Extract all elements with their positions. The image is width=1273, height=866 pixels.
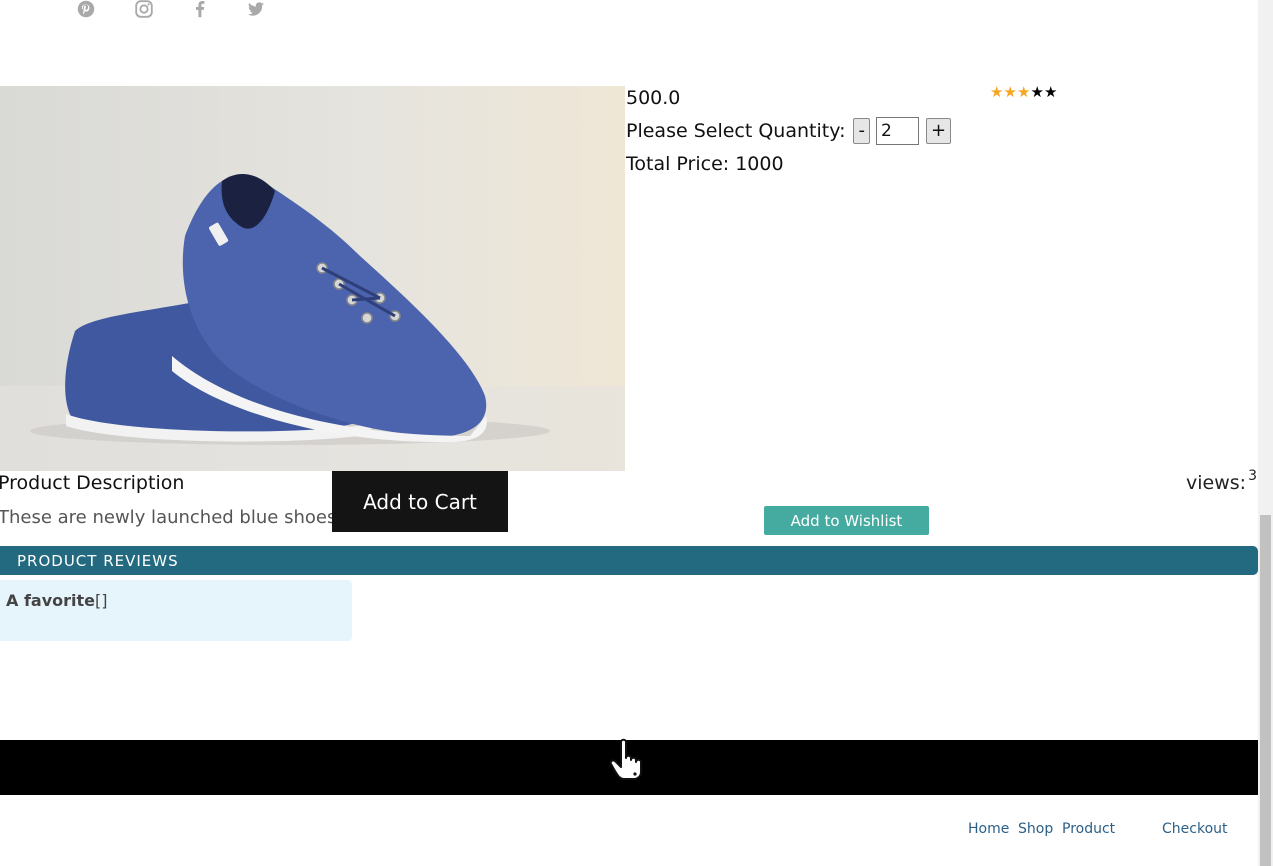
views-counter: views: 3 [1186,468,1257,494]
product-image [0,86,625,471]
review-title: A favorite [6,591,96,610]
quantity-input[interactable] [875,117,919,145]
twitter-icon[interactable] [245,0,267,20]
review-item: A favorite[] [0,580,352,641]
instagram-icon[interactable] [133,0,155,20]
footer-link-checkout[interactable]: Checkout [1162,821,1228,837]
star-icon[interactable]: ★ [990,84,1004,100]
views-count: 3 [1248,468,1257,484]
star-icon[interactable]: ★ [1004,84,1018,100]
footer-link-shop[interactable]: Shop [1018,821,1053,837]
reviews-title: PRODUCT REVIEWS [17,551,179,570]
views-label: views: [1186,472,1247,494]
add-to-wishlist-button[interactable]: Add to Wishlist [764,506,929,535]
quantity-label: Please Select Quantity: [626,120,846,142]
description-title: Product Description [0,472,185,494]
star-icon[interactable]: ★ [1031,84,1045,100]
reviews-header: PRODUCT REVIEWS [0,546,1258,575]
pinterest-icon[interactable] [75,0,97,20]
total-price: Total Price: 1000 [626,153,784,175]
review-tags: [] [95,591,108,610]
hand-cursor-icon [609,738,642,780]
add-to-cart-button[interactable]: Add to Cart [332,471,508,532]
description-text: These are newly launched blue shoes. [0,507,343,528]
footer-link-product[interactable]: Product [1062,821,1115,837]
quantity-selector: Please Select Quantity: - + [626,117,952,145]
scrollbar-thumb[interactable] [1260,515,1271,866]
footer-nav: Home Shop Product Checkout [0,821,1273,841]
star-rating: ★ ★ ★ ★ ★ [990,84,1058,100]
star-icon[interactable]: ★ [1044,84,1058,100]
star-icon[interactable]: ★ [1017,84,1031,100]
quantity-decrease-button[interactable]: - [853,118,870,144]
facebook-icon[interactable] [189,0,211,20]
vertical-scrollbar[interactable] [1258,0,1273,866]
quantity-increase-button[interactable]: + [925,118,952,144]
product-price: 500.0 [626,87,681,109]
footer-link-home[interactable]: Home [968,821,1009,837]
